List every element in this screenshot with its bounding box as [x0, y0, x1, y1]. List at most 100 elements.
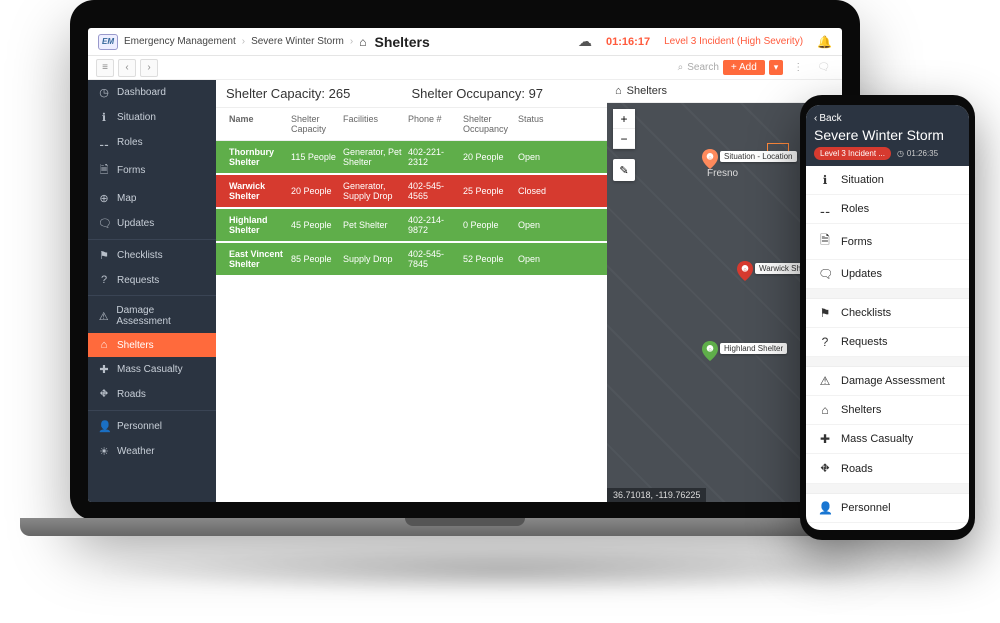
- bell-icon[interactable]: 🔔: [817, 35, 832, 49]
- mass-casualty-icon: ✚: [818, 432, 832, 446]
- home-icon: ⌂: [615, 85, 622, 97]
- phone-item-updates[interactable]: 🗨Updates: [806, 260, 969, 289]
- sidebar-item-label: Requests: [117, 275, 159, 286]
- nav-next-button[interactable]: ›: [140, 59, 158, 77]
- sidebar-item-mass-casualty[interactable]: ✚Mass Casualty: [88, 357, 216, 382]
- laptop-frame: EM Emergency Management › Severe Winter …: [70, 0, 860, 520]
- breadcrumb-root[interactable]: Emergency Management: [124, 36, 236, 47]
- phone-item-roads[interactable]: ⛖Roads: [806, 454, 969, 484]
- device-shadow: [90, 545, 920, 595]
- table-row[interactable]: East Vincent Shelter85 PeopleSupply Drop…: [216, 243, 607, 275]
- phone-item-shelters[interactable]: ⌂Shelters: [806, 396, 969, 425]
- phone-item-label: Roles: [841, 203, 869, 215]
- table-row[interactable]: Thornbury Shelter115 PeopleGenerator, Pe…: [216, 141, 607, 173]
- map-draw-button[interactable]: ✎: [613, 159, 635, 181]
- phone-list-separator: [806, 484, 969, 494]
- sidebar-item-label: Checklists: [117, 250, 163, 261]
- table-row[interactable]: Warwick Shelter20 PeopleGenerator, Suppl…: [216, 175, 607, 207]
- sidebar-separator: [88, 410, 216, 411]
- sidebar-separator: [88, 239, 216, 240]
- sidebar-item-shelters[interactable]: ⌂Shelters: [88, 333, 216, 357]
- phone-item-label: Personnel: [841, 502, 891, 514]
- sidebar-item-checklists[interactable]: ⚑ Checklists: [88, 243, 216, 268]
- sidebar-item-label: Mass Casualty: [117, 364, 183, 375]
- phone-header: ‹Back Severe Winter Storm Level 3 Incide…: [806, 105, 969, 166]
- forms-icon: 🗎: [98, 161, 110, 180]
- sidebar-item-damage-assessment[interactable]: ⚠Damage Assessment: [88, 299, 216, 333]
- sidebar-item-roads[interactable]: ⛖Roads: [88, 382, 216, 407]
- capacity-stat: Shelter Capacity: 265: [226, 86, 412, 101]
- shelters-icon: ⌂: [818, 403, 832, 417]
- sidebar-item-requests[interactable]: ?Requests: [88, 268, 216, 292]
- sidebar-item-label: Dashboard: [117, 87, 166, 98]
- chevron-right-icon: ›: [242, 36, 245, 47]
- incident-timer: 01:16:17: [606, 36, 650, 48]
- home-icon: ⌂: [359, 35, 366, 49]
- sidebar-item-roles[interactable]: ⚋ Roles: [88, 130, 216, 155]
- sidebar-item-label: Roles: [117, 137, 143, 148]
- phone-timer: ◷01:26:35: [897, 149, 938, 158]
- phone-item-label: Situation: [841, 174, 884, 186]
- roles-icon: ⚋: [98, 136, 110, 149]
- dashboard-icon: ◷: [98, 86, 110, 99]
- sidebar-item-situation[interactable]: ℹSituation: [88, 105, 216, 130]
- phone-item-label: Roads: [841, 463, 873, 475]
- phone-list-separator: [806, 289, 969, 299]
- search-button[interactable]: ⌕Search: [678, 62, 719, 73]
- breadcrumb-bar: EM Emergency Management › Severe Winter …: [88, 28, 842, 56]
- phone-frame: ‹Back Severe Winter Storm Level 3 Incide…: [800, 95, 975, 540]
- laptop-screen: EM Emergency Management › Severe Winter …: [88, 28, 842, 502]
- zoom-out-button[interactable]: −: [613, 129, 635, 149]
- map-icon: ⊕: [98, 192, 110, 205]
- add-dropdown-button[interactable]: ▾: [769, 60, 784, 75]
- chat-icon[interactable]: 🗨: [813, 62, 834, 73]
- incident-level-label: Level 3 Incident (High Severity): [664, 36, 803, 47]
- map-pin[interactable]: ⌂Warwick Shelter: [737, 261, 753, 281]
- sidebar-item-label: Forms: [117, 165, 145, 176]
- phone-list-separator: [806, 357, 969, 367]
- phone-item-roles[interactable]: ⚋ Roles: [806, 195, 969, 224]
- city-label: Fresno: [707, 168, 738, 179]
- zoom-in-button[interactable]: +: [613, 109, 635, 129]
- incident-level-pill: Level 3 Incident ...: [814, 147, 891, 160]
- phone-item-mass-casualty[interactable]: ✚Mass Casualty: [806, 425, 969, 454]
- phone-item-damage-assessment[interactable]: ⚠Damage Assessment: [806, 367, 969, 396]
- sidebar-item-dashboard[interactable]: ◷ Dashboard: [88, 80, 216, 105]
- sidebar-item-label: Map: [117, 193, 136, 204]
- sidebar-item-forms[interactable]: 🗎 Forms: [88, 155, 216, 186]
- sidebar-item-updates[interactable]: 🗨Updates: [88, 211, 216, 236]
- phone-item-forms[interactable]: 🗎Forms: [806, 224, 969, 260]
- phone-item-personnel[interactable]: 👤 Personnel: [806, 494, 969, 523]
- map-coordinates: 36.71018, -119.76225: [607, 488, 706, 502]
- checklists-icon: ⚑: [98, 249, 110, 262]
- map-pin[interactable]: ⌂Situation - Location: [702, 149, 718, 169]
- sidebar-item-personnel[interactable]: 👤Personnel: [88, 414, 216, 439]
- map-pin[interactable]: ⌂Highland Shelter: [702, 341, 718, 361]
- phone-item-requests[interactable]: ?Requests: [806, 328, 969, 357]
- personnel-icon: 👤: [98, 420, 110, 433]
- toolbar: ≡ ‹ › ⌕Search + Add ▾ ⋮ 🗨: [88, 56, 842, 80]
- table-header: Name Shelter Capacity Facilities Phone #…: [216, 108, 607, 141]
- checklists-icon: ⚑: [818, 306, 832, 320]
- menu-toggle-button[interactable]: ≡: [96, 59, 114, 77]
- damage-assessment-icon: ⚠: [818, 374, 832, 388]
- table-body: Thornbury Shelter115 PeopleGenerator, Pe…: [216, 141, 607, 277]
- personnel-icon: 👤: [818, 501, 832, 515]
- phone-item-situation[interactable]: ℹSituation: [806, 166, 969, 195]
- breadcrumb-incident[interactable]: Severe Winter Storm: [251, 36, 344, 47]
- chevron-right-icon: ›: [350, 36, 353, 47]
- phone-back-button[interactable]: ‹Back: [814, 113, 961, 124]
- roles-icon: ⚋: [818, 202, 832, 216]
- more-menu-button[interactable]: ⋮: [787, 62, 809, 73]
- nav-prev-button[interactable]: ‹: [118, 59, 136, 77]
- table-row[interactable]: Highland Shelter45 PeoplePet Shelter402-…: [216, 209, 607, 241]
- phone-item-checklists[interactable]: ⚑Checklists: [806, 299, 969, 328]
- updates-icon: 🗨: [98, 217, 110, 230]
- sidebar-item-map[interactable]: ⊕ Map: [88, 186, 216, 211]
- add-button[interactable]: + Add: [723, 60, 765, 75]
- clock-icon: ◷: [897, 149, 904, 158]
- sidebar-item-label: Situation: [117, 112, 156, 123]
- sidebar-item-weather[interactable]: ☀Weather: [88, 439, 216, 464]
- sidebar: ◷ Dashboard ℹSituation ⚋ Roles 🗎 Forms ⊕ Map 🗨Upd…: [88, 80, 216, 502]
- weather-icon[interactable]: ☁: [578, 33, 592, 50]
